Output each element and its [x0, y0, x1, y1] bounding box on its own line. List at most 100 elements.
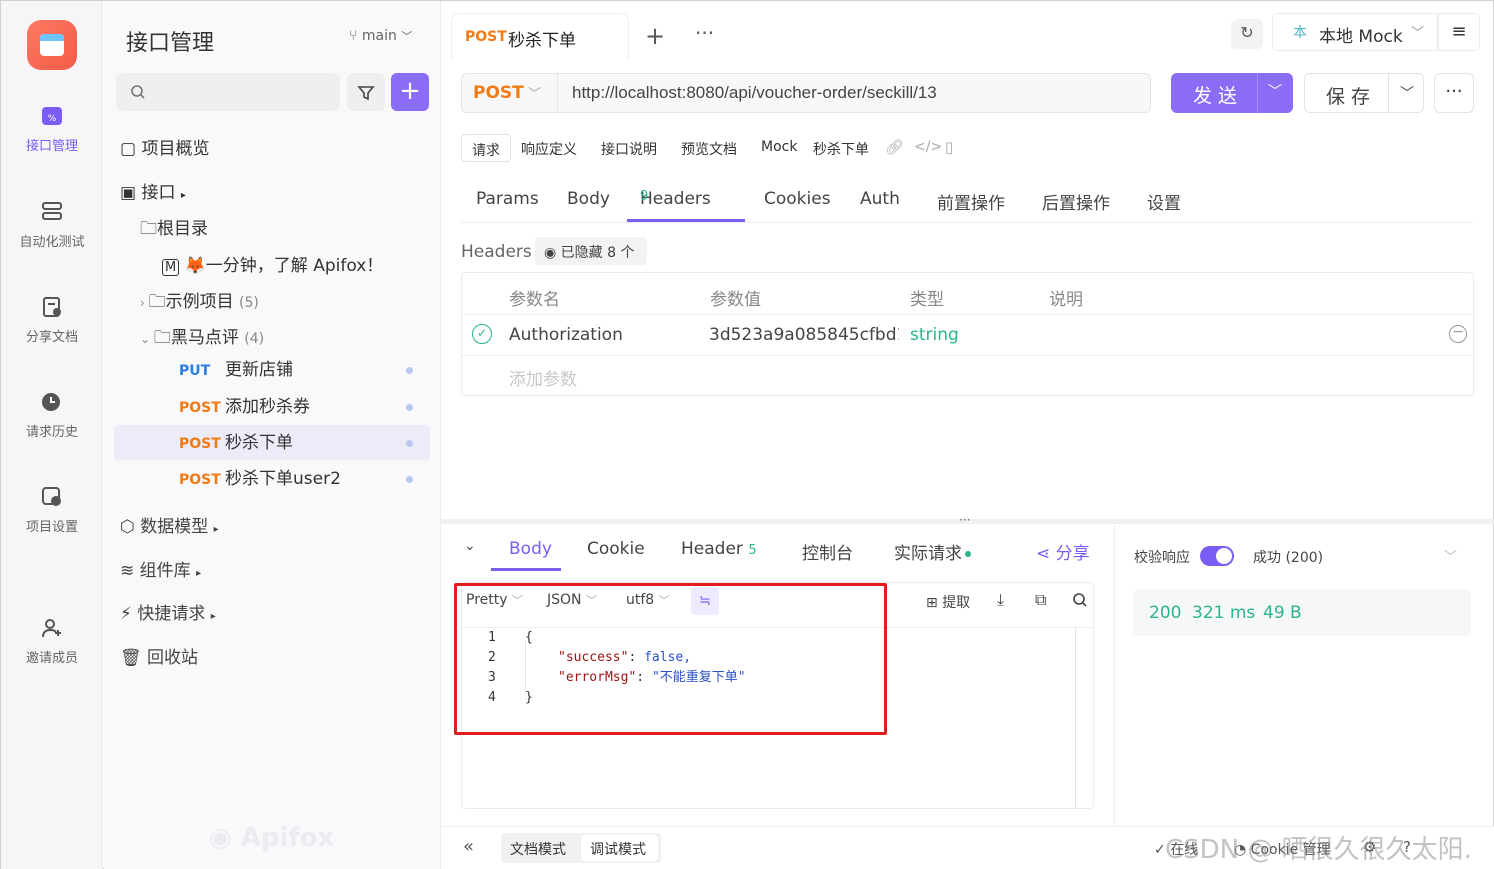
validate-toggle[interactable] — [1200, 546, 1234, 566]
nav-heima[interactable]: ⌄ 🗀黑马点评 (4) — [140, 323, 264, 354]
rail-item-share[interactable]: 分享文档 — [1, 296, 103, 345]
status-dot — [965, 551, 971, 557]
env-name: 本地 Mock — [1319, 27, 1403, 47]
doc-tab-request[interactable]: 请求 — [461, 134, 511, 162]
bolt-icon: ⚡︎ — [120, 604, 138, 624]
rail-item-automation[interactable]: 自动化测试 — [1, 201, 103, 250]
drag-handle-icon[interactable]: ··· — [959, 513, 970, 527]
overview-icon: ▢ — [120, 139, 142, 159]
status-code: 200 — [1149, 603, 1182, 623]
nav-quick-request[interactable]: ⚡︎ 快捷请求 ▸ — [120, 599, 216, 624]
chevron-down-icon: ⌄ — [464, 538, 476, 554]
search-icon[interactable] — [1072, 592, 1088, 608]
save-button[interactable]: 保 存 ﹀ — [1304, 73, 1424, 113]
send-button[interactable]: 发 送 ﹀ — [1171, 73, 1293, 113]
method-badge: POST — [179, 472, 221, 488]
endpoint-item[interactable]: PUT 更新店铺 — [179, 359, 429, 393]
tab-method: POST — [465, 29, 507, 45]
col-type: 类型 — [910, 290, 944, 310]
rail-item-history[interactable]: 请求历史 — [1, 391, 103, 440]
endpoint-item-selected[interactable]: POST 秒杀下单 — [114, 425, 430, 460]
search-input[interactable] — [116, 73, 340, 111]
cube-icon: ⬡ — [120, 517, 141, 537]
sidebar-title: 接口管理 — [126, 31, 215, 56]
mode-switch: 文档模式 调试模式 — [501, 833, 661, 863]
nav-components[interactable]: ≋ 组件库 ▸ — [120, 556, 201, 581]
debug-mode-button[interactable]: 调试模式 — [581, 835, 658, 861]
endpoint-name: 更新店铺 — [225, 360, 293, 380]
tab-settings[interactable]: 设置 — [1147, 189, 1181, 214]
tab-menu-button[interactable]: ··· — [695, 21, 714, 45]
sidebar: 接口管理 ⑂ main ﹀ + ▢ 项目概览 ▣ 接口 ▸ 🗀根目录 M 🦊一分… — [104, 1, 441, 869]
rail-label: 分享文档 — [25, 330, 78, 345]
url-input[interactable] — [559, 74, 1149, 112]
markdown-icon: M — [162, 259, 180, 276]
add-button[interactable]: + — [391, 73, 429, 111]
request-url-bar: POST ﹀ — [461, 73, 1151, 113]
doc-tab-preview[interactable]: 预览文档 — [681, 139, 737, 159]
menu-button[interactable]: ≡ — [1438, 13, 1480, 51]
method-select[interactable]: POST ﹀ — [462, 74, 558, 112]
resp-tab-header[interactable]: Header 5 — [681, 539, 757, 559]
tab-auth[interactable]: Auth — [860, 189, 900, 209]
method-badge: POST — [179, 436, 221, 452]
chevron-down-icon[interactable]: ﹀ — [1268, 81, 1282, 101]
tab-headers-label: Headers — [640, 189, 711, 209]
rail-item-invite[interactable]: 邀请成员 — [1, 617, 103, 666]
panel-icon[interactable]: ▯ — [945, 138, 953, 156]
collapse-sidebar-icon[interactable]: « — [463, 836, 474, 857]
tab-cookies[interactable]: Cookies — [764, 189, 831, 209]
header-type[interactable]: string — [910, 325, 959, 345]
tab-params[interactable]: Params — [476, 189, 539, 209]
copy-icon[interactable]: ⧉ — [1035, 590, 1046, 610]
more-actions-button[interactable]: ··· — [1434, 73, 1474, 113]
refresh-button[interactable]: ↻ — [1231, 19, 1263, 49]
nav-api[interactable]: ▣ 接口 ▸ — [120, 178, 186, 203]
extract-button[interactable]: ⊞ 提取 — [926, 592, 970, 612]
resp-tab-console[interactable]: 控制台 — [802, 539, 853, 564]
chevron-down-icon[interactable]: ﹀ — [1400, 83, 1414, 103]
nav-examples[interactable]: › 🗀示例项目 (5) — [140, 287, 259, 318]
hidden-headers-toggle[interactable]: ◉ 已隐藏 8 个 — [535, 237, 647, 265]
code-icon[interactable]: </> — [914, 139, 942, 155]
endpoint-item[interactable]: POST 秒杀下单user2 — [179, 468, 429, 502]
watermark-text: Apifox — [240, 823, 335, 853]
examples-count: (5) — [239, 295, 259, 311]
extract-label: 提取 — [942, 595, 971, 611]
nav-overview[interactable]: ▢ 项目概览 — [120, 134, 209, 159]
doc-mode-button[interactable]: 文档模式 — [510, 839, 566, 859]
nav-recycle[interactable]: 🗑︎ 回收站 — [120, 643, 198, 668]
nav-data-model[interactable]: ⬡ 数据模型 ▸ — [120, 512, 219, 537]
env-selector[interactable]: 本 本地 Mock ﹀ — [1272, 13, 1438, 51]
doc-tab-mock[interactable]: Mock — [761, 139, 797, 155]
checkbox-checked-icon[interactable]: ✓ — [472, 324, 492, 344]
tab-body[interactable]: Body — [567, 189, 610, 209]
resp-tab-body[interactable]: Body — [509, 539, 552, 559]
rail-item-api[interactable]: % 接口管理 — [1, 105, 103, 154]
filter-button[interactable] — [347, 73, 385, 111]
doc-tab-response-def[interactable]: 响应定义 — [521, 139, 577, 159]
branch-selector[interactable]: ⑂ main ﹀ — [349, 28, 412, 44]
header-value[interactable]: 3d523a9a085845cfbd14! — [709, 325, 899, 345]
rail-item-project-settings[interactable]: 项目设置 — [1, 486, 103, 535]
doc-tab-api-desc[interactable]: 接口说明 — [601, 139, 657, 159]
add-param-placeholder[interactable]: 添加参数 — [509, 365, 577, 390]
collapse-response-button[interactable]: ⌄ — [464, 538, 476, 554]
chevron-down-icon[interactable]: ﹀ — [1444, 546, 1457, 565]
remove-row-icon[interactable]: − — [1449, 325, 1467, 343]
nav-intro[interactable]: M 🦊一分钟，了解 Apifox！ — [162, 251, 383, 276]
new-tab-button[interactable]: + — [645, 22, 665, 50]
download-icon[interactable]: ⤓ — [997, 590, 1004, 610]
nav-root[interactable]: 🗀根目录 — [140, 214, 208, 245]
resp-tab-cookie[interactable]: Cookie — [587, 539, 645, 559]
tab-pre-actions[interactable]: 前置操作 — [937, 189, 1005, 214]
resp-tab-actual-request[interactable]: 实际请求 — [894, 539, 971, 564]
share-button[interactable]: ⋖ 分享 — [1036, 539, 1090, 564]
link-icon[interactable]: 🔗︎ — [885, 138, 904, 156]
share-label: 分享 — [1055, 544, 1090, 564]
header-name[interactable]: Authorization — [509, 325, 623, 345]
tab-post-actions[interactable]: 后置操作 — [1042, 189, 1110, 214]
folder-icon: 🗀 — [153, 328, 171, 348]
status-dot — [406, 367, 413, 374]
request-tab[interactable]: POST 秒杀下单 — [451, 13, 629, 61]
